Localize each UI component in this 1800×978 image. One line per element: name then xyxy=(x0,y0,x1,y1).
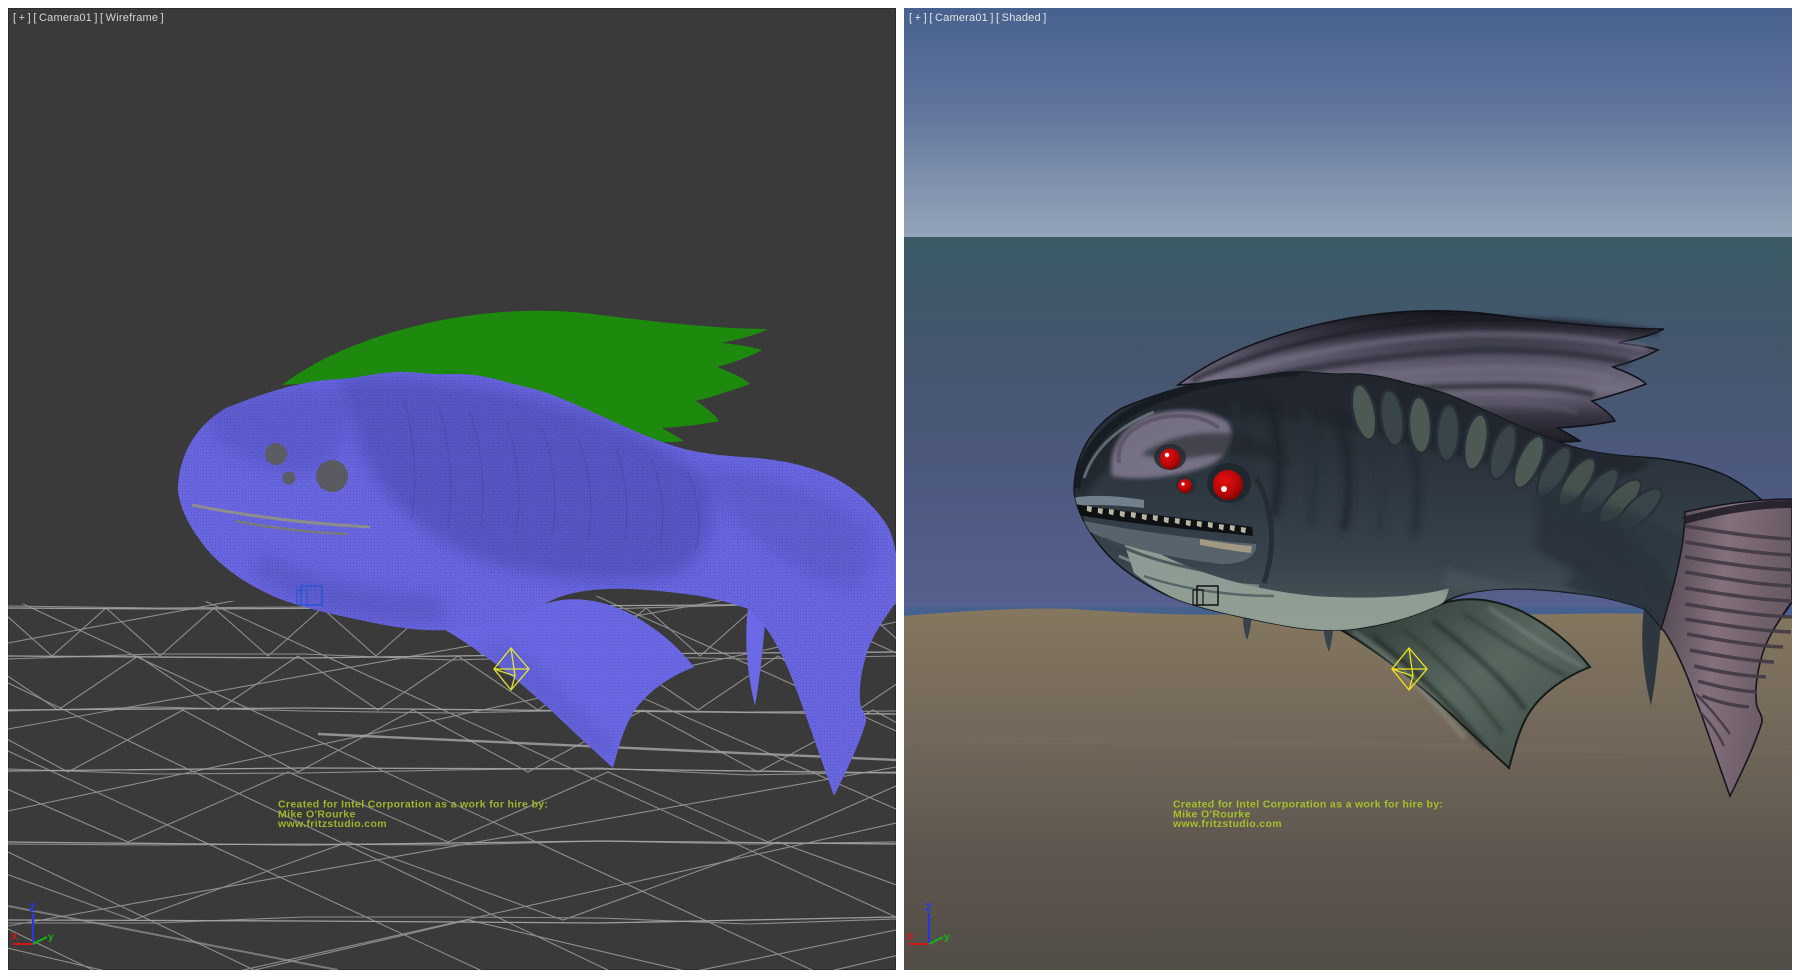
svg-text:y: y xyxy=(944,932,950,943)
svg-text:y: y xyxy=(48,932,54,943)
svg-text:Z: Z xyxy=(925,902,932,914)
svg-text:X: X xyxy=(11,932,18,943)
svg-text:X: X xyxy=(907,932,914,943)
svg-text:Z: Z xyxy=(29,902,36,914)
